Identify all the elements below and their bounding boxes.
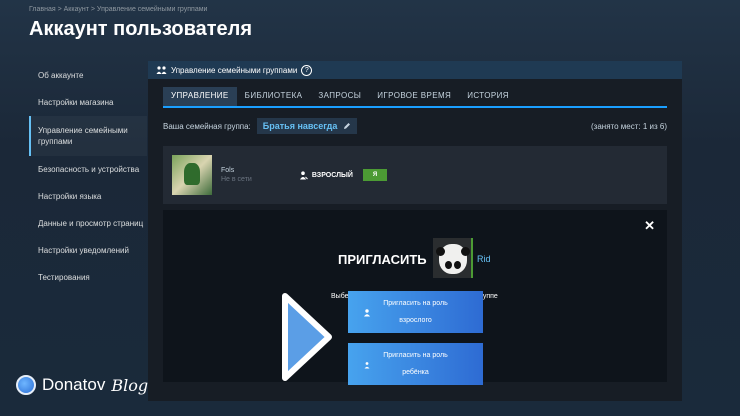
sidebar-item-language[interactable]: Настройки языка bbox=[29, 183, 147, 210]
invitee-avatar bbox=[433, 238, 473, 278]
invite-adult-button[interactable]: Пригласить на роль взрослого bbox=[348, 291, 483, 333]
tab-library[interactable]: БИБЛИОТЕКА bbox=[237, 87, 311, 106]
sidebar-item-store-settings[interactable]: Настройки магазина bbox=[29, 89, 147, 116]
tab-management[interactable]: УПРАВЛЕНИЕ bbox=[163, 87, 237, 106]
sidebar-item-family-groups[interactable]: Управление семейными группами bbox=[29, 116, 147, 156]
child-button-line2: ребёнка bbox=[402, 369, 429, 376]
me-badge: Я bbox=[362, 169, 388, 181]
sidebar-item-security[interactable]: Безопасность и устройства bbox=[29, 156, 147, 183]
avatar[interactable] bbox=[172, 155, 212, 195]
adult-button-line1: Пригласить на роль bbox=[383, 300, 448, 307]
sidebar: Об аккаунте Настройки магазина Управлени… bbox=[29, 62, 147, 291]
tab-history[interactable]: ИСТОРИЯ bbox=[459, 87, 517, 106]
adult-button-line2: взрослого bbox=[399, 317, 432, 324]
member-name[interactable]: Fols bbox=[221, 167, 252, 174]
watermark: Donatov Blog bbox=[16, 375, 148, 395]
sidebar-item-testing[interactable]: Тестирования bbox=[29, 264, 147, 291]
family-group-row: Ваша семейная группа: Братья навсегда (з… bbox=[163, 118, 667, 134]
section-title: Управление семейными группами bbox=[171, 65, 298, 75]
help-icon[interactable]: ? bbox=[301, 64, 313, 76]
group-name-button[interactable]: Братья навсегда bbox=[256, 118, 358, 134]
person-icon bbox=[364, 306, 371, 323]
sidebar-item-notifications[interactable]: Настройки уведомлений bbox=[29, 237, 147, 264]
page-title: Аккаунт пользователя bbox=[29, 18, 253, 40]
donatov-logo-icon bbox=[16, 375, 36, 395]
slots-count: (занято мест: 1 из 6) bbox=[591, 121, 667, 131]
member-info: Fols Не в сети bbox=[221, 167, 252, 183]
pencil-icon[interactable] bbox=[343, 122, 351, 130]
family-group-icon bbox=[156, 65, 167, 74]
section-header: Управление семейными группами ? bbox=[148, 61, 682, 79]
main-panel: Управление семейными группами ? УПРАВЛЕН… bbox=[148, 61, 682, 401]
sidebar-item-data-browsing[interactable]: Данные и просмотр страниц bbox=[29, 210, 147, 237]
child-button-line1: Пригласить на роль bbox=[383, 352, 448, 359]
tab-bar: УПРАВЛЕНИЕ БИБЛИОТЕКА ЗАПРОСЫ ИГРОВОЕ ВР… bbox=[163, 87, 667, 108]
invite-child-button[interactable]: Пригласить на роль ребёнка bbox=[348, 343, 483, 385]
group-label: Ваша семейная группа: bbox=[163, 121, 251, 131]
play-arrow-icon bbox=[282, 293, 332, 381]
tab-requests[interactable]: ЗАПРОСЫ bbox=[310, 87, 369, 106]
member-status: Не в сети bbox=[221, 176, 252, 183]
person-icon bbox=[299, 170, 308, 179]
tab-playtime[interactable]: ИГРОВОЕ ВРЕМЯ bbox=[369, 87, 459, 106]
close-icon[interactable]: ✕ bbox=[644, 218, 655, 234]
sidebar-item-account[interactable]: Об аккаунте bbox=[29, 62, 147, 89]
invite-panel: ✕ ПРИГЛАСИТЬ Rid Выбе руппе Пригласить н… bbox=[163, 210, 667, 385]
invitee-name: Rid bbox=[477, 254, 491, 264]
member-card: Fols Не в сети ВЗРОСЛЫЙ Я bbox=[163, 146, 667, 204]
invite-title: ПРИГЛАСИТЬ bbox=[338, 252, 427, 267]
breadcrumb[interactable]: Главная > Аккаунт > Управление семейными… bbox=[29, 6, 207, 13]
watermark-brand: Donatov bbox=[42, 375, 106, 394]
panda-icon bbox=[436, 244, 470, 274]
member-role: ВЗРОСЛЫЙ Я bbox=[299, 169, 388, 181]
group-name: Братья навсегда bbox=[262, 121, 338, 131]
watermark-blog: Blog bbox=[111, 375, 149, 395]
child-icon bbox=[364, 358, 371, 375]
role-label: ВЗРОСЛЫЙ bbox=[311, 171, 353, 179]
